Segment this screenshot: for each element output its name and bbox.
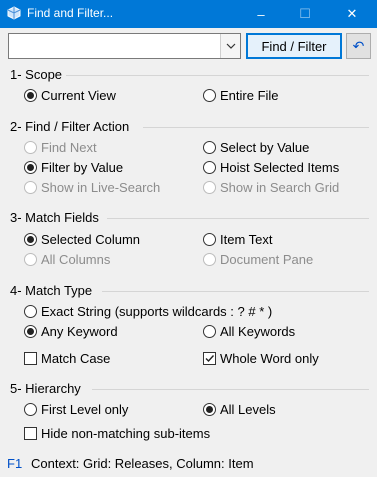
status-bar: F1 Context: Grid: Releases, Column: Item [0, 450, 377, 477]
section-divider [92, 389, 369, 390]
dropdown-button[interactable] [220, 34, 240, 58]
checkbox-hide-non-matching[interactable]: Hide non-matching sub-items [24, 425, 210, 441]
radio-checked-icon [24, 160, 37, 174]
search-combobox[interactable] [8, 33, 241, 59]
section-match-type-title: 4- Match Type [10, 283, 93, 298]
checkbox-match-case[interactable]: Match Case [24, 350, 110, 366]
radio-show-in-search-grid[interactable]: Show in Search Grid [203, 179, 339, 195]
section-divider [143, 127, 369, 128]
radio-label: All Columns [41, 251, 111, 267]
radio-unchecked-icon [203, 180, 216, 194]
radio-unchecked-icon [203, 88, 216, 102]
checkbox-label: Hide non-matching sub-items [41, 425, 211, 441]
search-input[interactable] [9, 34, 220, 58]
close-icon: ✕ [346, 6, 358, 21]
checkbox-unchecked-icon [24, 351, 37, 365]
section-action-title: 2- Find / Filter Action [10, 119, 130, 134]
radio-current-view[interactable]: Current View [24, 87, 116, 103]
find-filter-button[interactable]: Find / Filter [246, 33, 342, 59]
radio-checked-icon [24, 232, 37, 246]
radio-label: Select by Value [220, 139, 310, 155]
radio-select-by-value[interactable]: Select by Value [203, 139, 309, 155]
section-scope-title: 1- Scope [10, 67, 63, 82]
radio-label: All Keywords [220, 323, 296, 339]
radio-label: Entire File [220, 87, 279, 103]
radio-entire-file[interactable]: Entire File [203, 87, 279, 103]
checkbox-label: Match Case [41, 350, 111, 366]
radio-label: Exact String (supports wildcards : ? # *… [41, 303, 273, 319]
radio-all-levels[interactable]: All Levels [203, 401, 276, 417]
section-hierarchy-title: 5- Hierarchy [10, 381, 81, 396]
radio-unchecked-icon [24, 252, 37, 266]
radio-label: Hoist Selected Items [220, 159, 340, 175]
radio-find-next[interactable]: Find Next [24, 139, 97, 155]
radio-filter-by-value[interactable]: Filter by Value [24, 159, 123, 175]
minimize-icon: – [257, 6, 265, 22]
radio-exact-string[interactable]: Exact String (supports wildcards : ? # *… [24, 303, 272, 319]
radio-label: First Level only [41, 401, 129, 417]
radio-label: Current View [41, 87, 116, 103]
window-title: Find and Filter... [27, 6, 114, 20]
radio-any-keyword[interactable]: Any Keyword [24, 323, 118, 339]
minimize-button[interactable]: – [239, 0, 283, 28]
context-text: Context: Grid: Releases, Column: Item [31, 456, 254, 471]
close-button[interactable]: ✕ [330, 0, 374, 28]
radio-show-in-live-search[interactable]: Show in Live-Search [24, 179, 160, 195]
radio-label: Selected Column [41, 231, 140, 247]
radio-label: Find Next [41, 139, 97, 155]
radio-unchecked-icon [24, 180, 37, 194]
app-icon [7, 6, 21, 20]
section-match-fields-title: 3- Match Fields [10, 210, 99, 225]
checkmark-icon [203, 351, 216, 365]
radio-unchecked-icon [203, 160, 216, 174]
radio-checked-icon [24, 324, 37, 338]
radio-label: Show in Live-Search [41, 179, 161, 195]
section-divider [107, 218, 369, 219]
radio-unchecked-icon [24, 304, 37, 318]
radio-unchecked-icon [203, 232, 216, 246]
maximize-icon: ☐ [299, 6, 311, 21]
radio-unchecked-icon [24, 402, 37, 416]
radio-selected-column[interactable]: Selected Column [24, 231, 140, 247]
radio-label: Item Text [220, 231, 273, 247]
section-divider [102, 291, 369, 292]
radio-label: Show in Search Grid [220, 179, 340, 195]
radio-label: Filter by Value [41, 159, 124, 175]
checkbox-label: Whole Word only [220, 350, 319, 366]
help-key-label[interactable]: F1 [7, 456, 22, 471]
radio-checked-icon [24, 88, 37, 102]
radio-unchecked-icon [24, 140, 37, 154]
checkbox-whole-word-only[interactable]: Whole Word only [203, 350, 319, 366]
chevron-down-icon [226, 43, 235, 49]
undo-button[interactable]: ↶ [346, 33, 371, 59]
radio-item-text[interactable]: Item Text [203, 231, 273, 247]
undo-icon: ↶ [352, 37, 365, 54]
checkbox-unchecked-icon [24, 426, 37, 440]
radio-checked-icon [203, 402, 216, 416]
radio-first-level-only[interactable]: First Level only [24, 401, 128, 417]
radio-hoist-selected-items[interactable]: Hoist Selected Items [203, 159, 339, 175]
section-divider [66, 75, 369, 76]
title-bar: Find and Filter... – ☐ ✕ [0, 0, 377, 28]
radio-all-columns[interactable]: All Columns [24, 251, 110, 267]
radio-unchecked-icon [203, 140, 216, 154]
radio-label: Document Pane [220, 251, 314, 267]
radio-document-pane[interactable]: Document Pane [203, 251, 313, 267]
maximize-button[interactable]: ☐ [283, 0, 327, 28]
find-filter-label: Find / Filter [261, 38, 327, 54]
radio-all-keywords[interactable]: All Keywords [203, 323, 295, 339]
radio-label: All Levels [220, 401, 276, 417]
radio-unchecked-icon [203, 324, 216, 338]
radio-label: Any Keyword [41, 323, 118, 339]
radio-unchecked-icon [203, 252, 216, 266]
